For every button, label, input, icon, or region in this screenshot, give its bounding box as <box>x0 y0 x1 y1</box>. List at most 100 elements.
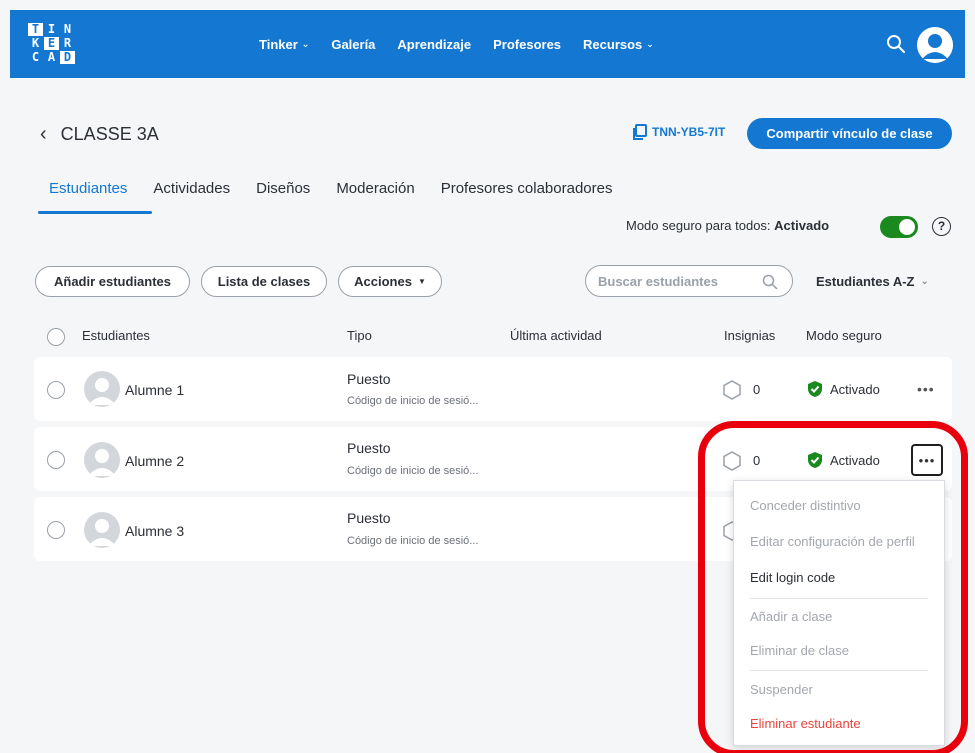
student-type: Puesto <box>347 371 391 387</box>
student-name[interactable]: Alumne 3 <box>125 523 184 539</box>
nav-recursos[interactable]: Recursos ⌄ <box>583 37 654 52</box>
row-actions-menu: Conceder distintivo Editar configuración… <box>733 480 945 746</box>
search-students-input[interactable] <box>598 273 758 289</box>
badge-hexagon-icon <box>723 451 741 471</box>
safe-mode-toggle[interactable] <box>880 216 918 238</box>
student-name[interactable]: Alumne 2 <box>125 453 184 469</box>
main-nav: Tinker ⌄ Galería Aprendizaje Profesores R… <box>259 10 676 78</box>
tab-disenos[interactable]: Diseños <box>256 180 310 197</box>
tab-estudiantes[interactable]: Estudiantes <box>49 180 127 197</box>
row-select-radio[interactable] <box>47 381 65 399</box>
copy-icon <box>633 124 647 140</box>
class-name: CLASSE 3A <box>60 124 159 144</box>
menu-divider <box>750 670 928 671</box>
student-name[interactable]: Alumne 1 <box>125 382 184 398</box>
badge-count: 0 <box>753 453 761 468</box>
menu-item-add-to-class[interactable]: Añadir a clase <box>750 609 832 624</box>
student-avatar <box>84 371 120 407</box>
student-type-sub: Código de inicio de sesió... <box>347 535 479 547</box>
share-class-link-button[interactable]: Compartir vínculo de clase <box>747 118 952 149</box>
menu-item-remove-from-class[interactable]: Eliminar de clase <box>750 643 849 658</box>
class-title: ‹ CLASSE 3A <box>40 123 159 146</box>
logo-letter: T <box>28 23 43 36</box>
class-list-button[interactable]: Lista de clases <box>201 266 327 297</box>
more-options-icon: ••• <box>918 452 936 468</box>
row-select-radio[interactable] <box>47 451 65 469</box>
header-students[interactable]: Estudiantes <box>82 328 150 343</box>
user-silhouette-icon <box>88 378 116 405</box>
logo-letter: K <box>31 36 40 50</box>
select-all-radio[interactable] <box>47 328 65 346</box>
nav-label: Galería <box>331 36 376 52</box>
tab-moderacion[interactable]: Moderación <box>336 180 414 197</box>
sort-dropdown[interactable]: Estudiantes A-Z ⌄ <box>816 274 929 289</box>
logo-letter: D <box>60 51 75 64</box>
nav-label: Aprendizaje <box>397 36 472 52</box>
tab-profesores-colaboradores[interactable]: Profesores colaboradores <box>441 180 613 197</box>
class-code-text: TNN-YB5-7IT <box>652 125 726 139</box>
top-navigation-bar: T I N K E R C A D Tinker ⌄ Galería Aprend… <box>10 10 965 78</box>
logo-letter: N <box>63 22 72 36</box>
tinkercad-logo[interactable]: T I N K E R C A D <box>28 23 75 64</box>
safe-mode-value: Activado <box>774 218 830 233</box>
safe-mode-label: Modo seguro para todos: <box>626 218 771 233</box>
nav-galeria[interactable]: Galería <box>331 37 375 52</box>
logo-letter: C <box>31 50 40 64</box>
nav-label: Profesores <box>493 36 562 52</box>
header-last-activity[interactable]: Última actividad <box>510 328 602 343</box>
header-safe-mode[interactable]: Modo seguro <box>806 328 882 343</box>
row-more-options-icon[interactable]: ••• <box>917 381 935 397</box>
safe-status-label: Activado <box>830 381 880 397</box>
chevron-down-icon: ⌄ <box>301 38 310 49</box>
button-label: Acciones <box>354 274 412 289</box>
nav-label: Recursos <box>583 36 643 52</box>
active-tab-indicator <box>38 211 152 214</box>
search-students-box[interactable] <box>585 265 793 297</box>
button-label: Añadir estudiantes <box>53 274 172 289</box>
safe-mode-status: Activado <box>806 380 880 398</box>
menu-item-suspend[interactable]: Suspender <box>750 682 813 697</box>
sort-label: Estudiantes A-Z <box>816 274 915 289</box>
logo-letter: R <box>63 36 72 50</box>
class-code[interactable]: TNN-YB5-7IT <box>632 124 725 140</box>
menu-item-delete-student[interactable]: Eliminar estudiante <box>750 716 861 731</box>
shield-check-icon <box>808 381 822 397</box>
nav-aprendizaje[interactable]: Aprendizaje <box>397 37 471 52</box>
row-select-radio[interactable] <box>47 521 65 539</box>
header-badges[interactable]: Insignias <box>724 328 775 343</box>
user-silhouette-icon <box>917 27 953 63</box>
safe-mode-all: Modo seguro para todos: Activado <box>626 218 829 233</box>
student-type: Puesto <box>347 510 391 526</box>
search-icon[interactable] <box>762 274 778 290</box>
nav-tinker[interactable]: Tinker ⌄ <box>259 37 309 52</box>
logo-letter: E <box>44 37 59 50</box>
search-icon[interactable] <box>886 34 906 54</box>
back-chevron-icon[interactable]: ‹ <box>40 123 47 146</box>
row-more-options-button[interactable]: ••• <box>911 444 943 476</box>
shield-check-icon <box>808 452 822 468</box>
header-type[interactable]: Tipo <box>347 328 372 343</box>
nav-profesores[interactable]: Profesores <box>493 37 561 52</box>
badge-count: 0 <box>753 382 761 397</box>
student-avatar <box>84 442 120 478</box>
student-type: Puesto <box>347 440 391 456</box>
class-tabs: Estudiantes Actividades Diseños Moderaci… <box>38 180 638 197</box>
menu-item-grant-badge[interactable]: Conceder distintivo <box>750 498 861 513</box>
badge-hexagon-icon <box>723 380 741 400</box>
chevron-down-icon: ⌄ <box>646 38 654 49</box>
tab-actividades[interactable]: Actividades <box>153 180 230 197</box>
nav-label: Tinker <box>259 36 298 52</box>
actions-dropdown[interactable]: Acciones ▼ <box>338 266 442 297</box>
safe-status-label: Activado <box>830 452 880 468</box>
menu-item-edit-login-code[interactable]: Edit login code <box>750 570 835 585</box>
toggle-knob <box>899 219 915 235</box>
help-icon[interactable]: ? <box>932 217 951 236</box>
add-students-button[interactable]: Añadir estudiantes <box>35 266 190 297</box>
menu-item-edit-profile-settings[interactable]: Editar configuración de perfil <box>750 534 915 549</box>
user-silhouette-icon <box>88 519 116 546</box>
user-avatar[interactable] <box>917 27 953 63</box>
button-label: Lista de clases <box>217 274 311 289</box>
chevron-down-icon: ⌄ <box>920 276 929 287</box>
caret-down-icon: ▼ <box>417 277 426 286</box>
student-type-sub: Código de inicio de sesió... <box>347 465 479 477</box>
